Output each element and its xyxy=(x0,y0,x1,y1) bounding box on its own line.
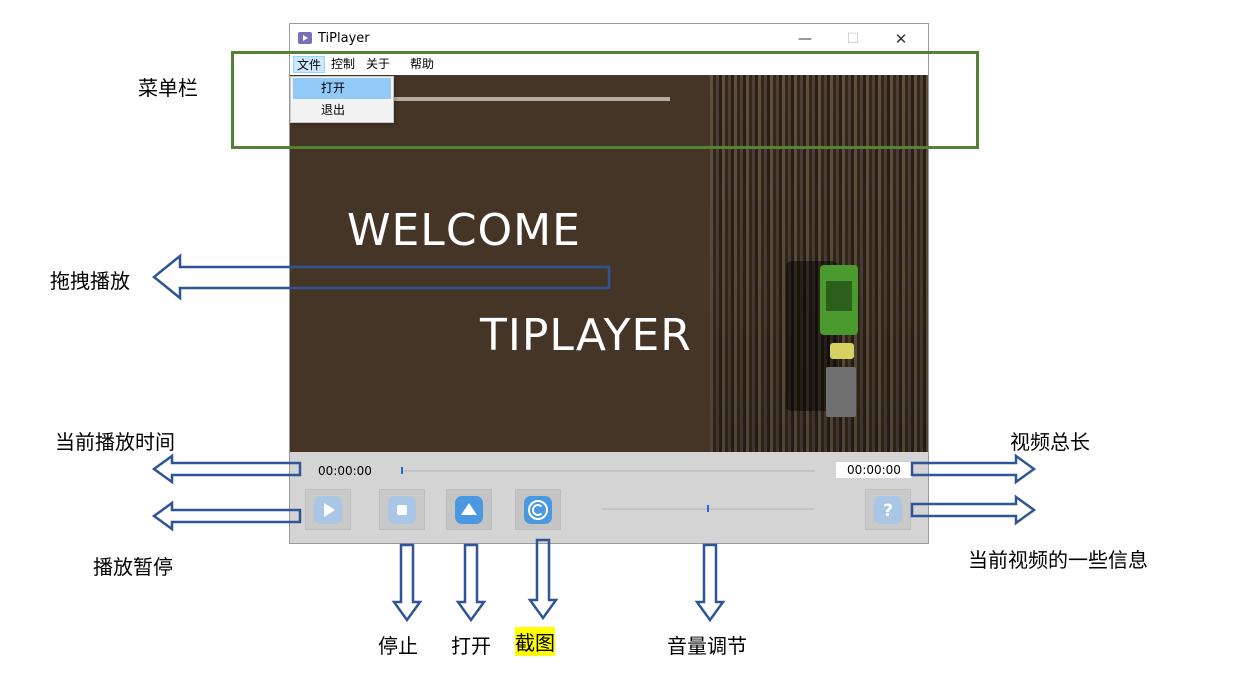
annotation-menubar: 菜单栏 xyxy=(138,76,198,100)
annotation-drag-play: 拖拽播放 xyxy=(50,269,130,293)
annotation-video-info: 当前视频的一些信息 xyxy=(968,548,1148,572)
stop-arrow-icon xyxy=(391,543,423,623)
annotation-total-length: 视频总长 xyxy=(1010,430,1090,454)
annotation-stop: 停止 xyxy=(378,634,418,658)
annotation-screenshot: 截图 xyxy=(515,627,555,656)
annotation-volume: 音量调节 xyxy=(667,634,747,658)
screenshot-arrow-icon xyxy=(527,538,559,621)
volume-arrow-icon xyxy=(694,543,726,623)
annotation-arrows xyxy=(151,253,1037,623)
drag-play-arrow-icon xyxy=(152,253,611,301)
open-arrow-icon xyxy=(455,543,487,623)
total-length-arrow-icon xyxy=(910,453,1037,485)
annotation-open: 打开 xyxy=(451,634,491,658)
annotation-current-time: 当前播放时间 xyxy=(55,430,175,454)
info-arrow-icon xyxy=(910,494,1037,526)
annotation-play-pause: 播放暂停 xyxy=(93,555,173,579)
play-pause-arrow-icon xyxy=(151,500,302,532)
current-time-arrow-icon xyxy=(151,453,302,485)
